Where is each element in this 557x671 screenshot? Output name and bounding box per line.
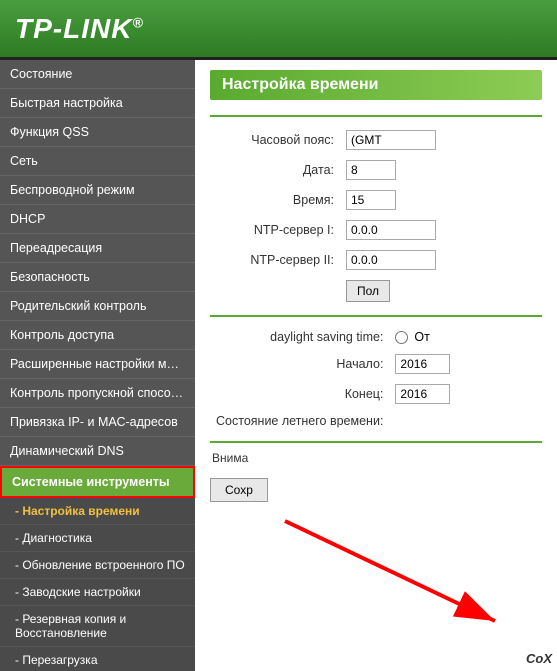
dst-row: daylight saving time: От <box>210 325 542 349</box>
dst-radio[interactable] <box>395 331 408 344</box>
sidebar-item-10[interactable]: Расширенные настройки маршрутизации <box>0 350 195 379</box>
timezone-row: Часовой пояс: <box>210 125 542 155</box>
get-button[interactable]: Пол <box>346 280 390 302</box>
time-row: Время: <box>210 185 542 215</box>
main-layout: СостояниеБыстрая настройкаФункция QSSСет… <box>0 60 557 671</box>
sidebar-item-1[interactable]: Быстрая настройка <box>0 89 195 118</box>
sidebar-item-15[interactable]: - Настройка времени <box>0 498 195 525</box>
sidebar-item-19[interactable]: - Резервная копия и Восстановление <box>0 606 195 647</box>
sidebar-item-0[interactable]: Состояние <box>0 60 195 89</box>
sidebar-item-14[interactable]: Системные инструменты <box>0 466 195 498</box>
divider-bottom <box>210 441 542 443</box>
ntp2-row: NTP-сервер II: <box>210 245 542 275</box>
sidebar-item-18[interactable]: - Заводские настройки <box>0 579 195 606</box>
sidebar-item-17[interactable]: - Обновление встроенного ПО <box>0 552 195 579</box>
timezone-input[interactable] <box>346 130 436 150</box>
get-button-row: Пол <box>210 275 542 307</box>
ntp1-row: NTP-сервер I: <box>210 215 542 245</box>
dst-option-label: От <box>414 330 429 344</box>
ntp1-label: NTP-сервер I: <box>210 215 340 245</box>
start-label: Начало: <box>210 349 389 379</box>
sidebar: СостояниеБыстрая настройкаФункция QSSСет… <box>0 60 195 671</box>
cox-label: CoX <box>526 651 552 666</box>
sidebar-item-13[interactable]: Динамический DNS <box>0 437 195 466</box>
header: TP-LINK® <box>0 0 557 60</box>
ntp2-input[interactable] <box>346 250 436 270</box>
date-row: Дата: <box>210 155 542 185</box>
settings-form: Часовой пояс: Дата: Время: NTP-сервер I: <box>210 125 542 307</box>
page-title: Настройка времени <box>210 70 542 100</box>
date-label: Дата: <box>210 155 340 185</box>
arrow-overlay <box>275 511 535 641</box>
start-row: Начало: <box>210 349 542 379</box>
sidebar-item-8[interactable]: Родительский контроль <box>0 292 195 321</box>
date-input[interactable] <box>346 160 396 180</box>
divider-top <box>210 115 542 117</box>
attention-text: Внима <box>210 451 542 465</box>
dst-form: daylight saving time: От Начало: Конец: <box>210 325 542 433</box>
ntp1-input[interactable] <box>346 220 436 240</box>
sidebar-item-20[interactable]: - Перезагрузка <box>0 647 195 671</box>
divider-middle <box>210 315 542 317</box>
sidebar-item-2[interactable]: Функция QSS <box>0 118 195 147</box>
dst-label: daylight saving time: <box>210 325 389 349</box>
end-label: Конец: <box>210 379 389 409</box>
sidebar-item-4[interactable]: Беспроводной режим <box>0 176 195 205</box>
end-input[interactable] <box>395 384 450 404</box>
sidebar-item-6[interactable]: Переадресация <box>0 234 195 263</box>
sidebar-item-16[interactable]: - Диагностика <box>0 525 195 552</box>
logo-reg: ® <box>132 14 143 30</box>
sidebar-item-3[interactable]: Сеть <box>0 147 195 176</box>
logo: TP-LINK® <box>15 13 144 45</box>
save-button-container: Сохр <box>210 473 542 502</box>
dst-radio-group: От <box>395 330 536 344</box>
sidebar-item-11[interactable]: Контроль пропускной способности <box>0 379 195 408</box>
timezone-label: Часовой пояс: <box>210 125 340 155</box>
sidebar-item-7[interactable]: Безопасность <box>0 263 195 292</box>
start-input[interactable] <box>395 354 450 374</box>
time-label: Время: <box>210 185 340 215</box>
logo-text: TP-LINK <box>15 13 132 44</box>
save-button[interactable]: Сохр <box>210 478 268 502</box>
ntp2-label: NTP-сервер II: <box>210 245 340 275</box>
end-row: Конец: <box>210 379 542 409</box>
sidebar-item-9[interactable]: Контроль доступа <box>0 321 195 350</box>
status-row: Состояние летнего времени: <box>210 409 542 433</box>
sidebar-item-5[interactable]: DHCP <box>0 205 195 234</box>
status-label: Состояние летнего времени: <box>210 409 389 433</box>
content-area: Настройка времени Часовой пояс: Дата: Вр… <box>195 60 557 671</box>
time-input[interactable] <box>346 190 396 210</box>
sidebar-item-12[interactable]: Привязка IP- и МАС-адресов <box>0 408 195 437</box>
